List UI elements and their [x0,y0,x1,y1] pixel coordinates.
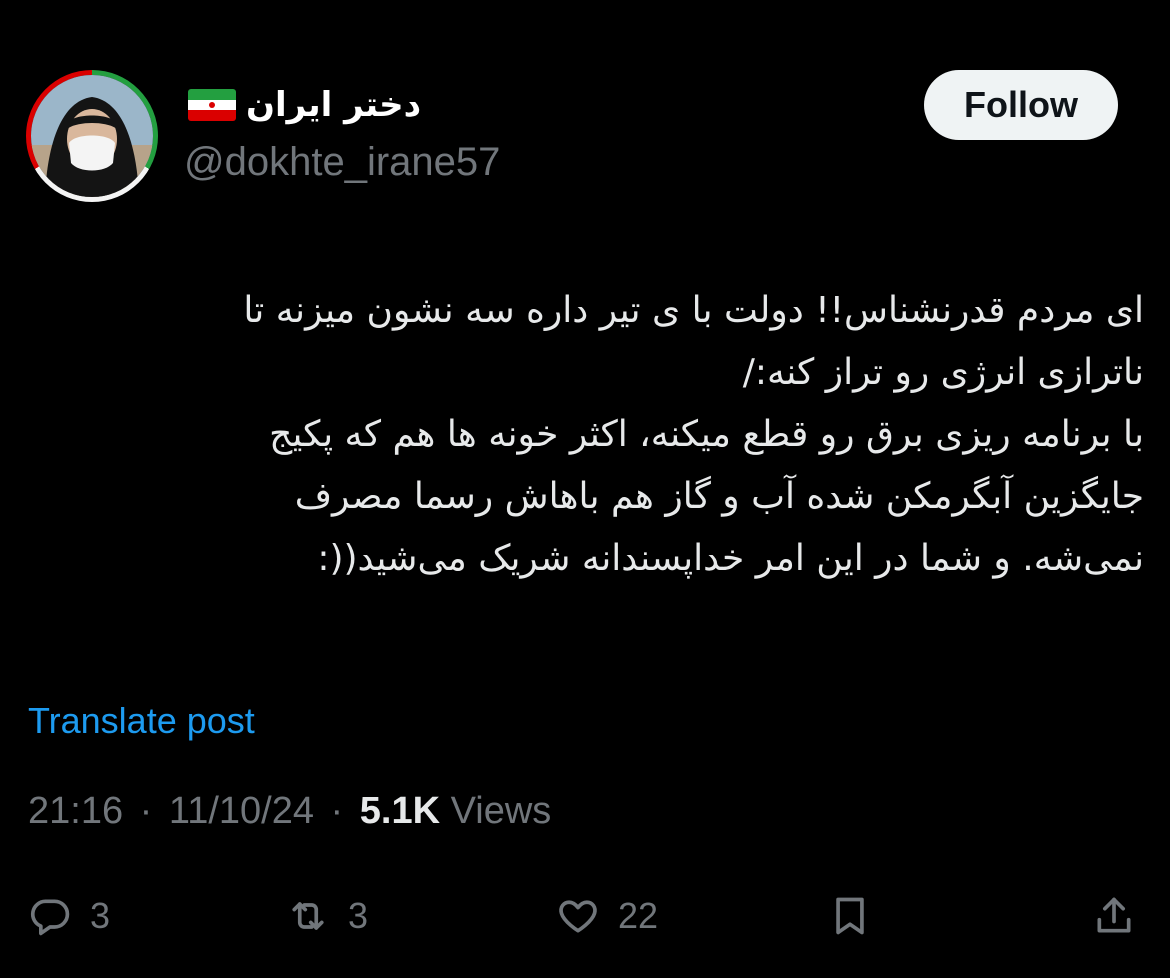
repost-icon [286,894,330,938]
user-handle[interactable]: @dokhte_irane57 [184,140,500,184]
meta-separator: · [330,790,344,832]
tweet-text: ای مردم قدرنشناس!! دولت با ی تیر داره سه… [26,280,1144,590]
reply-icon [28,894,72,938]
follow-button[interactable]: Follow [924,70,1118,140]
reply-button[interactable]: 3 [28,880,110,952]
repost-count: 3 [348,895,369,936]
translate-post-link[interactable]: Translate post [28,700,255,742]
tweet-line: ای مردم قدرنشناس!! دولت با ی تیر داره سه… [243,290,1144,331]
tweet-meta: 21:16 · 11/10/24 · 5.1K Views [28,790,551,833]
avatar-image [31,75,153,197]
share-button[interactable] [1092,880,1136,952]
action-bar: 3 3 22 [0,880,1170,952]
tweet-line: با برنامه ریزی برق رو قطع میکنه، اکثر خو… [269,414,1144,455]
views-count: 5.1K [359,790,441,832]
tweet-date[interactable]: 11/10/24 [169,790,314,832]
display-name-row: دختر ایران [188,80,421,130]
share-icon [1092,894,1136,938]
bookmark-icon [828,894,872,938]
tweet-time[interactable]: 21:16 [28,790,123,832]
views-label: Views [450,790,552,832]
avatar[interactable] [26,70,158,202]
repost-button[interactable]: 3 [286,880,368,952]
tweet-line: جایگزین آبگرمکن شده آب و گاز هم باهاش رس… [294,476,1144,517]
iran-flag-icon [188,89,236,121]
tweet-line: ناترازی انرژی رو تراز کنه:/ [742,352,1144,393]
tweet-line: نمی‌شه. و شما در این امر خداپسندانه شریک… [317,538,1144,579]
bookmark-button[interactable] [828,880,872,952]
meta-separator: · [139,790,153,832]
like-count: 22 [618,895,659,936]
heart-icon [556,894,600,938]
reply-count: 3 [90,895,111,936]
display-name[interactable]: دختر ایران [246,85,421,125]
like-button[interactable]: 22 [556,880,658,952]
